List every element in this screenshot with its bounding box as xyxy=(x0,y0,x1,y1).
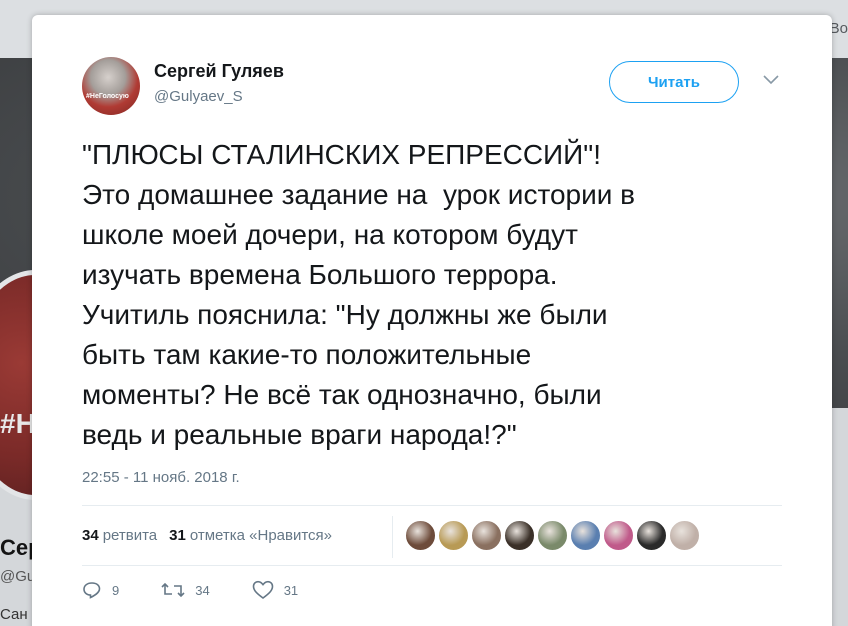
likes-stat-label: отметка «Нравится» xyxy=(189,527,333,544)
liker-avatar[interactable] xyxy=(570,520,601,551)
retweets-stat[interactable]: 34 ретвита xyxy=(82,527,157,544)
likers-avatars xyxy=(405,520,700,551)
liker-avatar[interactable] xyxy=(504,520,535,551)
avatar-tag-text: #НеГолосую xyxy=(86,93,129,100)
liker-avatar[interactable] xyxy=(405,520,436,551)
liker-avatar[interactable] xyxy=(603,520,634,551)
reply-count: 9 xyxy=(112,582,120,598)
tweet-stats: 34 ретвита 31 отметка «Нравится» xyxy=(82,527,332,544)
reply-icon xyxy=(83,582,101,599)
liker-avatar[interactable] xyxy=(471,520,502,551)
stats-separator xyxy=(392,516,393,558)
liker-avatar[interactable] xyxy=(537,520,568,551)
tweet-modal: #НеГолосую Сергей Гуляев @Gulyaev_S Чита… xyxy=(32,15,832,626)
background-header-text: Во xyxy=(829,20,848,37)
follow-button[interactable]: Читать xyxy=(609,61,739,103)
heart-icon xyxy=(252,580,274,599)
reply-button[interactable]: 9 xyxy=(82,580,119,600)
liker-avatar[interactable] xyxy=(438,520,469,551)
author-avatar[interactable]: #НеГолосую xyxy=(82,57,140,115)
author-name[interactable]: Сергей Гуляев xyxy=(154,61,284,82)
retweet-button[interactable]: 34 xyxy=(161,580,210,600)
background-bottom-text: Сан xyxy=(0,606,28,623)
like-count: 31 xyxy=(283,582,299,598)
author-handle[interactable]: @Gulyaev_S xyxy=(154,88,243,105)
retweet-count: 34 xyxy=(195,582,210,598)
retweet-icon xyxy=(161,582,185,598)
chevron-down-icon[interactable] xyxy=(762,73,780,87)
background-avatar-tag: #Н xyxy=(0,408,36,439)
tweet-text: "ПЛЮСЫ СТАЛИНСКИХ РЕПРЕССИЙ"! Это домашн… xyxy=(82,139,636,450)
tweet-actions: 9 34 31 xyxy=(82,580,340,600)
divider xyxy=(82,505,782,506)
retweets-stat-label: ретвита xyxy=(102,527,158,544)
tweet-timestamp[interactable]: 22:55 - 11 нояб. 2018 г. xyxy=(82,469,240,486)
liker-avatar[interactable] xyxy=(636,520,667,551)
likes-stat-count: 31 xyxy=(169,527,186,544)
like-button[interactable]: 31 xyxy=(252,580,298,600)
likes-stat[interactable]: 31 отметка «Нравится» xyxy=(169,527,332,544)
liker-avatar[interactable] xyxy=(669,520,700,551)
retweets-stat-count: 34 xyxy=(82,527,99,544)
divider xyxy=(82,565,782,566)
